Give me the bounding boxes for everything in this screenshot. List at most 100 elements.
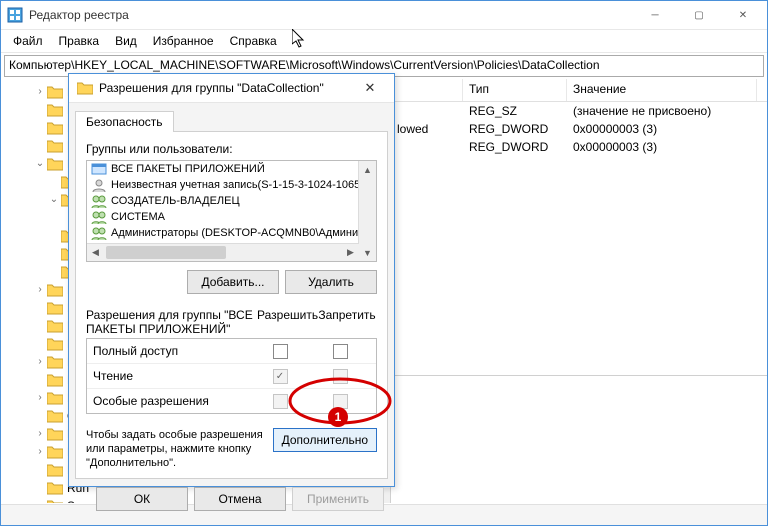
maximize-button[interactable]: ▢ xyxy=(677,1,721,29)
list-body[interactable]: REG_SZ(значение не присвоено)lowedREG_DW… xyxy=(391,102,767,156)
col-type[interactable]: Тип xyxy=(463,79,567,101)
menu-help[interactable]: Справка xyxy=(222,30,285,52)
list-header: Тип Значение xyxy=(391,79,767,102)
dialog-footer: ОК Отмена Применить xyxy=(69,479,394,519)
permission-name: Полный доступ xyxy=(93,344,250,358)
col-name[interactable] xyxy=(391,79,463,101)
group-label: СОЗДАТЕЛЬ-ВЛАДЕЛЕЦ xyxy=(111,195,240,207)
remove-button[interactable]: Удалить xyxy=(285,270,377,294)
group-item[interactable]: Неизвестная учетная запись(S-1-15-3-1024… xyxy=(87,177,376,193)
users-icon xyxy=(91,226,107,240)
folder-icon xyxy=(47,463,63,477)
tree-twisty-icon[interactable]: › xyxy=(33,389,47,407)
tree-twisty-icon[interactable]: › xyxy=(33,281,47,299)
minimize-button[interactable]: ─ xyxy=(633,1,677,29)
tree-twisty-icon[interactable]: › xyxy=(33,425,47,443)
folder-icon xyxy=(47,103,63,117)
add-button[interactable]: Добавить... xyxy=(187,270,279,294)
dialog-titlebar: Разрешения для группы "DataCollection" ✕ xyxy=(69,74,394,103)
tree-twisty-icon[interactable]: › xyxy=(33,443,47,461)
list-row[interactable]: REG_DWORD0x00000003 (3) xyxy=(391,138,767,156)
dialog-close-button[interactable]: ✕ xyxy=(350,74,390,102)
scroll-right-icon[interactable]: ▶ xyxy=(342,244,359,261)
folder-icon xyxy=(47,391,63,405)
group-label: ВСЕ ПАКЕТЫ ПРИЛОЖЕНИЙ xyxy=(111,163,265,175)
cell-value: 0x00000003 (3) xyxy=(567,122,757,136)
scroll-down-icon[interactable]: ▼ xyxy=(359,244,376,261)
tree-twisty-icon[interactable]: ⌄ xyxy=(47,191,61,209)
group-item[interactable]: ВСЕ ПАКЕТЫ ПРИЛОЖЕНИЙ xyxy=(87,161,376,177)
allow-checkbox xyxy=(273,394,288,409)
groups-vscrollbar[interactable]: ▲ ▼ xyxy=(358,161,376,261)
group-item[interactable]: Администраторы (DESKTOP-ACQMNB0\Админист… xyxy=(87,225,376,241)
cell-type: REG_DWORD xyxy=(463,122,567,136)
pkg-icon xyxy=(91,162,107,176)
dialog-tabs: Безопасность xyxy=(69,107,394,131)
cell-value: 0x00000003 (3) xyxy=(567,140,757,154)
folder-icon xyxy=(47,481,63,495)
cell-name: lowed xyxy=(391,122,463,136)
users-icon xyxy=(91,210,107,224)
permissions-title: Разрешения для группы "ВСЕ ПАКЕТЫ ПРИЛОЖ… xyxy=(86,308,257,336)
scroll-thumb[interactable] xyxy=(106,246,226,259)
deny-checkbox[interactable] xyxy=(333,344,348,359)
tree-twisty-icon[interactable]: › xyxy=(33,83,47,101)
menu-file[interactable]: Файл xyxy=(5,30,51,52)
tree-twisty-icon[interactable]: › xyxy=(33,497,47,503)
list-pane: Тип Значение REG_SZ(значение не присвоен… xyxy=(391,79,767,503)
group-label: СИСТЕМА xyxy=(111,211,165,223)
group-item[interactable]: СИСТЕМА xyxy=(87,209,376,225)
menubar: Файл Правка Вид Избранное Справка xyxy=(1,30,767,53)
allow-checkbox[interactable] xyxy=(273,344,288,359)
advanced-button[interactable]: Дополнительно xyxy=(273,428,377,452)
scroll-left-icon[interactable]: ◀ xyxy=(87,244,104,261)
titlebar: Редактор реестра ─ ▢ ✕ xyxy=(1,1,767,30)
cell-type: REG_DWORD xyxy=(463,140,567,154)
tree-twisty-icon[interactable]: › xyxy=(33,353,47,371)
group-label: Администраторы (DESKTOP-ACQMNB0\Админист… xyxy=(111,227,376,239)
horizontal-splitter[interactable] xyxy=(391,375,767,380)
folder-icon xyxy=(47,85,63,99)
group-label: Неизвестная учетная запись(S-1-15-3-1024… xyxy=(111,179,376,191)
folder-icon xyxy=(47,301,63,315)
menu-view[interactable]: Вид xyxy=(107,30,145,52)
tab-security[interactable]: Безопасность xyxy=(75,111,174,132)
user-icon xyxy=(91,178,107,192)
users-icon xyxy=(91,194,107,208)
menu-favorites[interactable]: Избранное xyxy=(145,30,222,52)
tree-twisty-icon[interactable]: ⌄ xyxy=(33,155,47,173)
folder-icon xyxy=(47,355,63,369)
permissions-list: Полный доступЧтение✓Особые разрешения xyxy=(86,338,377,414)
cancel-button[interactable]: Отмена xyxy=(194,487,286,511)
dialog-title: Разрешения для группы "DataCollection" xyxy=(99,81,350,95)
groups-listbox[interactable]: ВСЕ ПАКЕТЫ ПРИЛОЖЕНИЙ Неизвестная учетная… xyxy=(86,160,377,262)
permissions-dialog: Разрешения для группы "DataCollection" ✕… xyxy=(68,73,395,487)
group-item[interactable]: СОЗДАТЕЛЬ-ВЛАДЕЛЕЦ xyxy=(87,193,376,209)
col-value[interactable]: Значение xyxy=(567,79,757,101)
permission-row: Полный доступ xyxy=(87,339,376,364)
app-icon xyxy=(7,7,23,23)
deny-checkbox xyxy=(333,369,348,384)
cell-type: REG_SZ xyxy=(463,104,567,118)
apply-button[interactable]: Применить xyxy=(292,487,384,511)
folder-icon xyxy=(47,337,63,351)
folder-icon xyxy=(47,283,63,297)
folder-icon xyxy=(47,445,63,459)
groups-label: Группы или пользователи: xyxy=(86,142,377,156)
cell-value: (значение не присвоено) xyxy=(567,104,757,118)
folder-icon xyxy=(77,81,93,95)
list-row[interactable]: lowedREG_DWORD0x00000003 (3) xyxy=(391,120,767,138)
close-button[interactable]: ✕ xyxy=(721,1,765,29)
list-row[interactable]: REG_SZ(значение не присвоено) xyxy=(391,102,767,120)
folder-icon xyxy=(47,499,63,503)
folder-icon xyxy=(47,409,63,423)
allow-checkbox: ✓ xyxy=(273,369,288,384)
window-title: Редактор реестра xyxy=(29,8,633,22)
scroll-up-icon[interactable]: ▲ xyxy=(359,161,376,178)
folder-icon xyxy=(47,427,63,441)
menu-edit[interactable]: Правка xyxy=(51,30,108,52)
main-window: Редактор реестра ─ ▢ ✕ Файл Правка Вид И… xyxy=(0,0,768,526)
groups-hscrollbar[interactable]: ◀ ▶ xyxy=(87,243,359,261)
deny-header: Запретить xyxy=(317,308,377,336)
ok-button[interactable]: ОК xyxy=(96,487,188,511)
